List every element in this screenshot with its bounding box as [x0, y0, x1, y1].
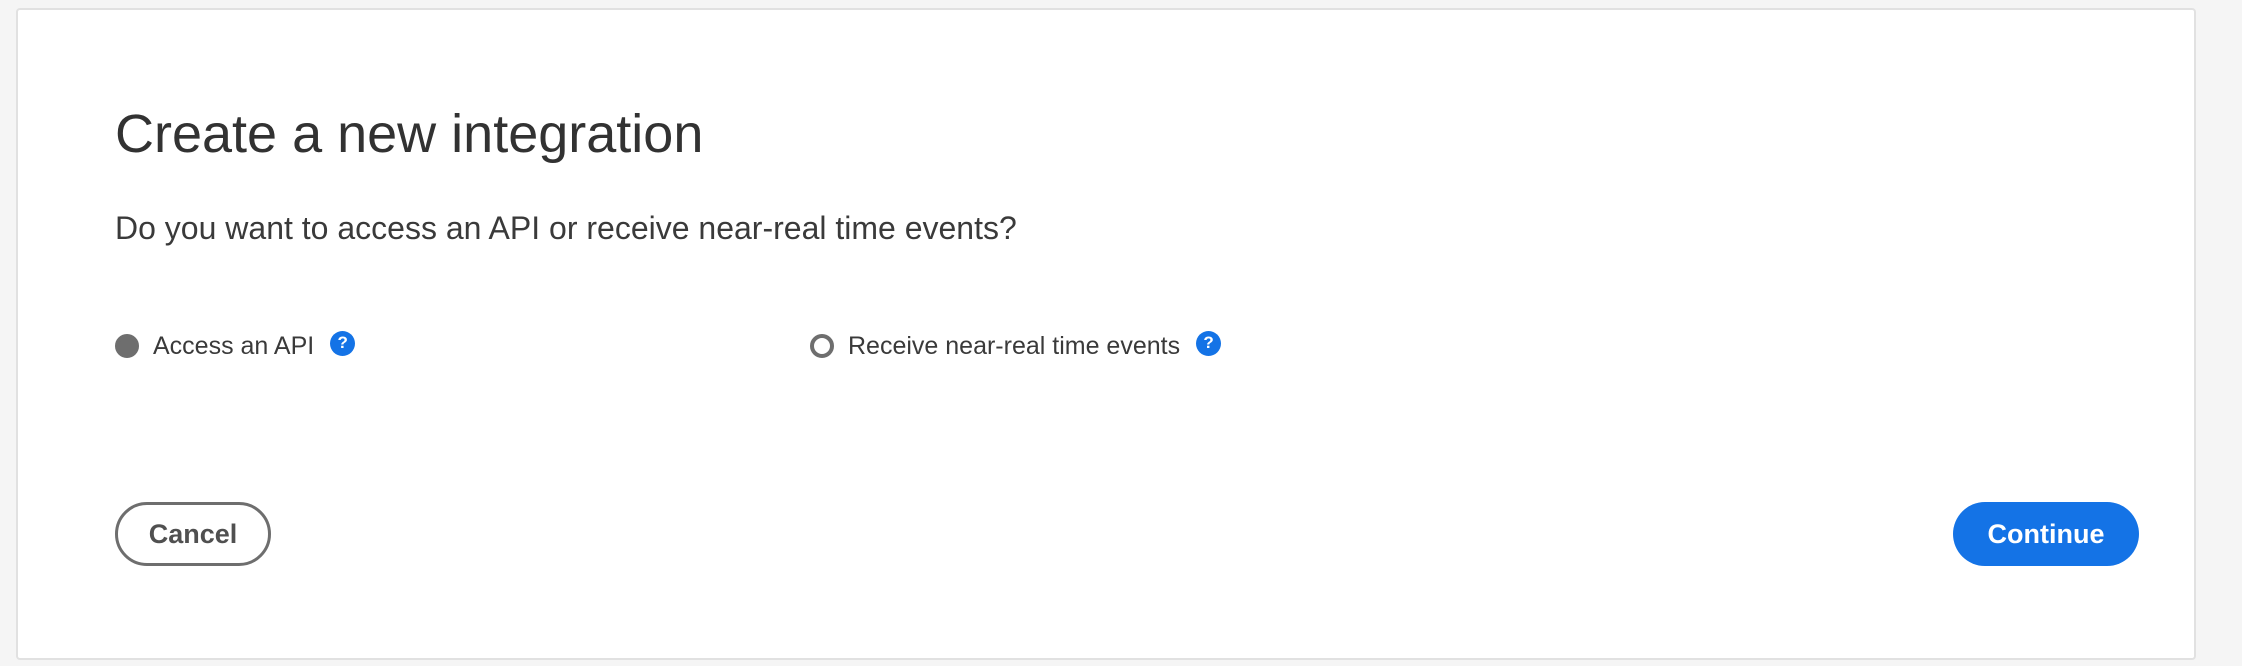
- radio-button-checked-icon[interactable]: [115, 334, 139, 358]
- radio-option-access-api[interactable]: Access an API ?: [115, 328, 356, 364]
- radio-option-label: Receive near-real time events: [848, 331, 1181, 360]
- radio-button-unchecked-icon[interactable]: [810, 334, 834, 358]
- integration-question: Do you want to access an API or receive …: [115, 210, 1017, 246]
- page-title: Create a new integration: [115, 104, 704, 164]
- radio-option-receive-events[interactable]: Receive near-real time events ?: [810, 328, 1222, 364]
- integration-dialog: Create a new integration Do you want to …: [16, 8, 2196, 660]
- question-mark-icon[interactable]: ?: [1196, 330, 1222, 356]
- continue-button[interactable]: Continue: [1953, 502, 2139, 566]
- cancel-button[interactable]: Cancel: [115, 502, 271, 566]
- radio-option-label: Access an API: [153, 331, 315, 360]
- question-mark-icon[interactable]: ?: [330, 330, 356, 356]
